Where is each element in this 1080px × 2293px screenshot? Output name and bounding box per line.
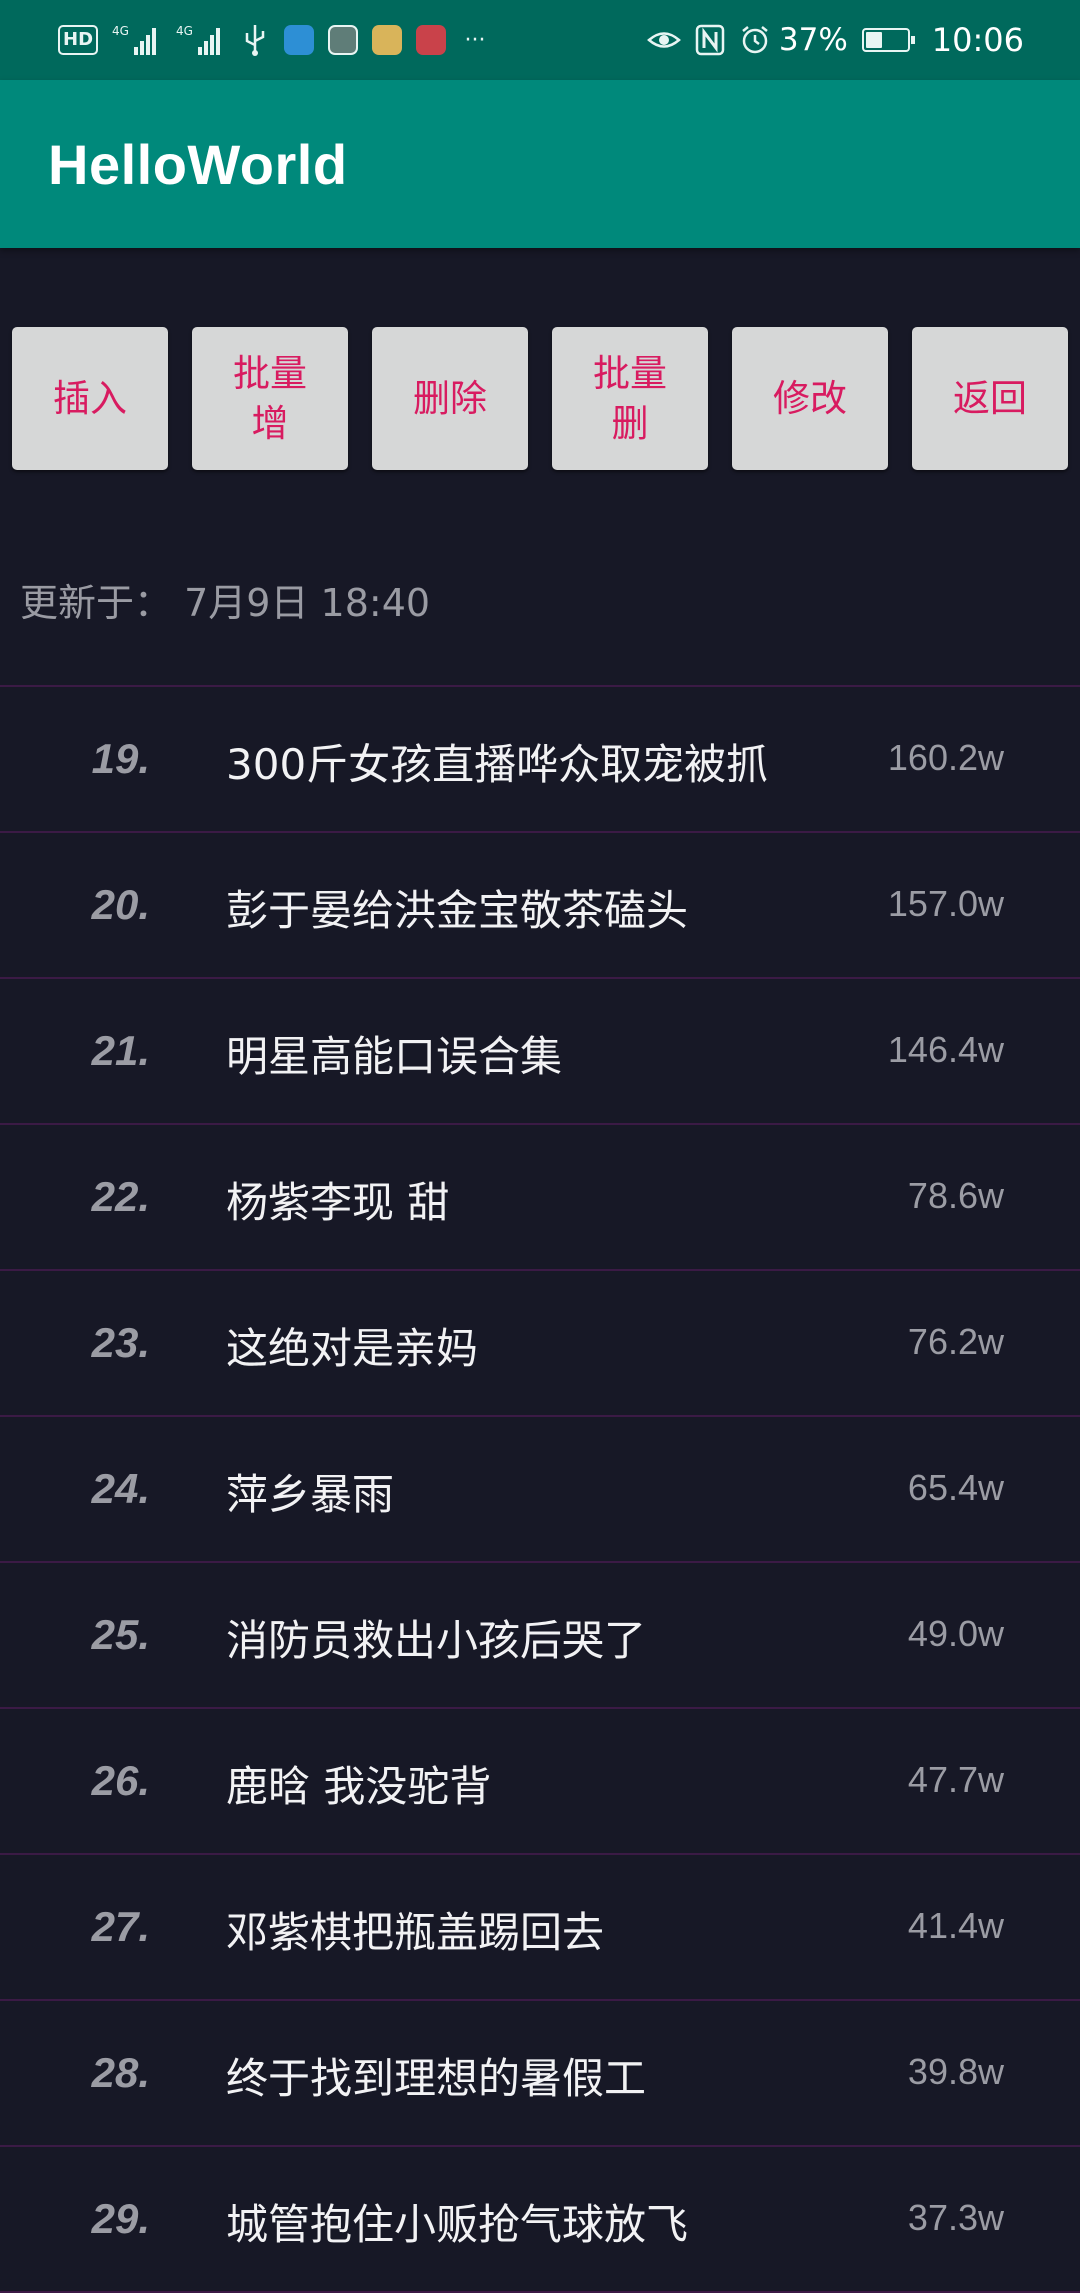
status-bar: HD 4G 4G ··· 37% 10:06	[0, 0, 1080, 80]
app-notification-icon	[328, 25, 359, 55]
app-notification-icon	[416, 25, 447, 55]
list-item-count: 37.3w	[907, 2197, 1004, 2238]
signal-4g-icon: 4G	[112, 23, 162, 57]
hd-icon: HD	[58, 25, 99, 55]
list-item-title: 消防员救出小孩后哭了	[226, 1616, 647, 1665]
list-item[interactable]: 25. 消防员救出小孩后哭了 49.0w	[0, 1563, 1080, 1709]
signal2-label: 4G	[176, 24, 193, 38]
modify-button[interactable]: 修改	[732, 327, 888, 470]
batch-delete-button[interactable]: 批量删	[552, 327, 708, 470]
list-item-count: 41.4w	[907, 1905, 1004, 1946]
list-item-rank: 20.	[91, 881, 150, 928]
list-item-count: 76.2w	[907, 1321, 1004, 1362]
update-time: 更新于： 7月9日 18:40	[20, 572, 430, 627]
list-item-title: 鹿晗 我没驼背	[226, 1762, 492, 1811]
battery-level-fill	[865, 32, 883, 48]
list-item-title: 明星高能口误合集	[226, 1032, 563, 1081]
list-item[interactable]: 21. 明星高能口误合集 146.4w	[0, 979, 1080, 1125]
list-item[interactable]: 19. 300斤女孩直播哗众取宠被抓 160.2w	[0, 687, 1080, 833]
list-item-title: 300斤女孩直播哗众取宠被抓	[226, 740, 769, 789]
list-item-title: 彭于晏给洪金宝敬茶磕头	[226, 886, 689, 935]
list-item[interactable]: 24. 萍乡暴雨 65.4w	[0, 1417, 1080, 1563]
signal-4g-icon: 4G	[176, 23, 226, 57]
list-item-title: 杨紫李现 甜	[226, 1178, 450, 1227]
list-item[interactable]: 28. 终于找到理想的暑假工 39.8w	[0, 2001, 1080, 2147]
back-button[interactable]: 返回	[912, 327, 1068, 470]
nfc-icon	[695, 23, 725, 57]
app-notification-icon	[284, 25, 315, 55]
more-icon: ···	[464, 27, 486, 53]
list-item-rank: 29.	[91, 2195, 150, 2242]
list-item-rank: 27.	[91, 1903, 150, 1950]
list-item-rank: 21.	[91, 1027, 150, 1074]
signal1-label: 4G	[112, 24, 129, 38]
list-item-rank: 23.	[91, 1319, 150, 1366]
list-item-count: 47.7w	[907, 1759, 1004, 1800]
app-title: HelloWorld	[48, 133, 348, 196]
list-item-rank: 24.	[91, 1465, 150, 1512]
list-item-title: 萍乡暴雨	[226, 1470, 395, 1519]
list-item-count: 146.4w	[887, 1029, 1004, 1070]
alarm-icon	[739, 23, 771, 57]
list-item[interactable]: 26. 鹿晗 我没驼背 47.7w	[0, 1709, 1080, 1855]
list-item[interactable]: 20. 彭于晏给洪金宝敬茶磕头 157.0w	[0, 833, 1080, 979]
list-item-count: 39.8w	[907, 2051, 1004, 2092]
status-bar-left: HD 4G 4G ···	[58, 23, 490, 57]
list-item-rank: 22.	[91, 1173, 150, 1220]
list-item-rank: 19.	[91, 735, 150, 782]
list-item[interactable]: 27. 邓紫棋把瓶盖踢回去 41.4w	[0, 1855, 1080, 2001]
list-item[interactable]: 22. 杨紫李现 甜 78.6w	[0, 1125, 1080, 1271]
clock-time: 10:06	[931, 21, 1024, 59]
list-item-rank: 28.	[91, 2049, 150, 2096]
list-item-rank: 25.	[91, 1611, 150, 1658]
app-bar: HelloWorld	[0, 80, 1080, 248]
list-item-title: 这绝对是亲妈	[226, 1324, 479, 1373]
list-item-rank: 26.	[91, 1757, 150, 1804]
status-bar-right: 37% 10:06	[646, 21, 1024, 59]
usb-icon	[240, 23, 270, 57]
battery-percent: 37%	[778, 22, 848, 58]
list-item-title: 城管抱住小贩抢气球放飞	[226, 2200, 689, 2249]
battery-charging-icon	[861, 28, 915, 52]
list-item-count: 78.6w	[907, 1175, 1004, 1216]
app-notification-icon	[372, 25, 403, 55]
list-item-count: 49.0w	[907, 1613, 1004, 1654]
list-item[interactable]: 23. 这绝对是亲妈 76.2w	[0, 1271, 1080, 1417]
list-item[interactable]: 29. 城管抱住小贩抢气球放飞 37.3w	[0, 2147, 1080, 2293]
batch-insert-button[interactable]: 批量增	[192, 327, 348, 470]
delete-button[interactable]: 删除	[372, 327, 528, 470]
update-time-value: 7月9日 18:40	[184, 581, 431, 625]
list-item-title: 终于找到理想的暑假工	[226, 2054, 647, 2103]
hot-search-list[interactable]: 19. 300斤女孩直播哗众取宠被抓 160.2w 20. 彭于晏给洪金宝敬茶磕…	[0, 687, 1080, 2293]
list-item-count: 160.2w	[887, 737, 1004, 778]
list-item-title: 邓紫棋把瓶盖踢回去	[226, 1908, 605, 1957]
eye-icon	[646, 23, 681, 57]
action-button-row: 插入 批量增 删除 批量删 修改 返回	[12, 327, 1068, 470]
insert-button[interactable]: 插入	[12, 327, 168, 470]
list-item-count: 157.0w	[887, 883, 1004, 924]
update-time-label: 更新于：	[20, 581, 173, 625]
list-item-count: 65.4w	[907, 1467, 1004, 1508]
